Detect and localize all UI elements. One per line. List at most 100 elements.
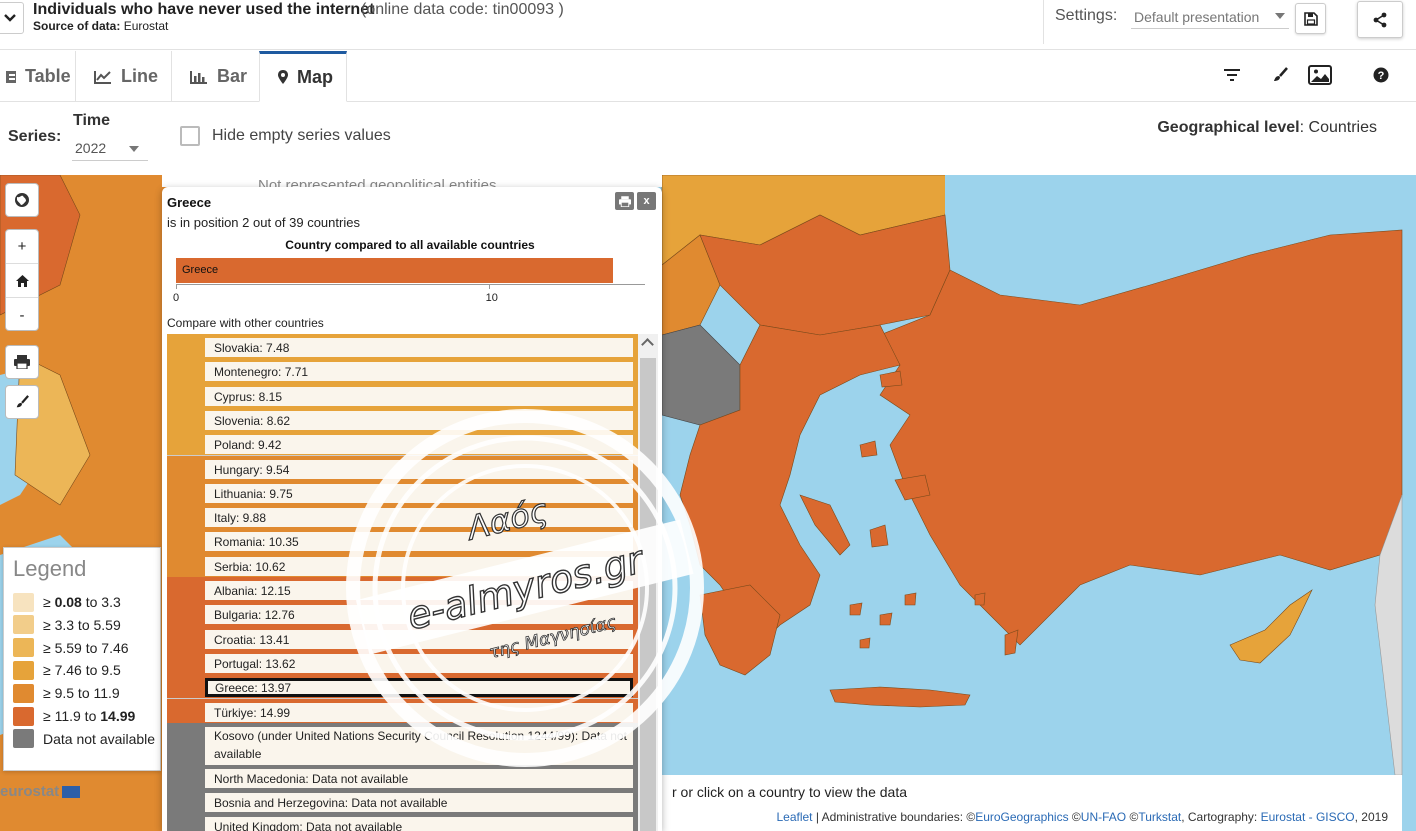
table-icon (6, 70, 16, 83)
save-button[interactable] (1295, 3, 1326, 34)
list-item-color-band (167, 625, 205, 650)
legend-label: Data not available (43, 731, 155, 747)
country-greece-cyclades-b[interactable] (879, 612, 893, 626)
legend-label: ≥ 0.08 to 3.3 (43, 594, 121, 610)
scroll-up-icon[interactable] (641, 338, 654, 351)
country-greece-rhodes[interactable] (1004, 629, 1019, 656)
chevron-down-icon (4, 14, 16, 22)
popup-close-button[interactable]: x (637, 192, 656, 210)
zoom-in-button[interactable]: + (6, 230, 38, 264)
zoom-out-button[interactable]: - (6, 298, 38, 332)
dataset-source: Source of data: Eurostat (33, 19, 168, 33)
country-greece-samothrace[interactable] (879, 370, 903, 388)
unfao-link[interactable]: UN-FAO (1081, 810, 1126, 824)
compare-list-title: Compare with other countries (167, 316, 324, 330)
eu-flag-icon (62, 785, 81, 798)
not-represented-strip: Not represented geopolitical entities (162, 175, 662, 187)
tab-table[interactable]: Table (0, 51, 76, 102)
list-item-color-band (167, 455, 205, 480)
country-cyprus[interactable] (1229, 589, 1313, 664)
list-item-color-band (167, 479, 205, 505)
legend-label-part: ≥ (43, 708, 55, 724)
collapse-button[interactable] (0, 2, 24, 34)
legend-label: ≥ 7.46 to 9.5 (43, 662, 121, 678)
country-greece-chios[interactable] (869, 524, 889, 548)
map-pin-icon (278, 70, 288, 84)
axis-tick (176, 284, 177, 289)
map-style-button[interactable] (5, 385, 39, 419)
legend-label-part: 11.9 to (54, 708, 101, 724)
legend-title: Legend (13, 556, 87, 581)
list-item[interactable]: Montenegro: 7.71 (167, 358, 638, 383)
country-greece-lesvos[interactable] (894, 474, 931, 501)
axis-tick (488, 284, 490, 289)
tab-bar[interactable]: Bar (172, 51, 260, 102)
download-image-button[interactable] (1308, 63, 1332, 87)
list-item[interactable]: United Kingdom: Data not available (167, 813, 638, 831)
time-value: 2022 (75, 140, 107, 156)
list-item-label: Montenegro: 7.71 (205, 362, 633, 382)
filter-button[interactable] (1220, 63, 1244, 87)
list-item-color-band (167, 406, 205, 432)
geo-level-value: : Countries (1299, 119, 1377, 136)
divider (1043, 0, 1044, 44)
legend-swatch (13, 683, 34, 703)
settings-label: Settings: (1055, 7, 1118, 24)
help-button[interactable]: ? (1369, 63, 1393, 87)
country-greece-crete[interactable] (829, 686, 971, 708)
legend-swatch (13, 660, 34, 680)
country-greece-cyclades-c[interactable] (904, 592, 917, 606)
line-chart-icon (94, 70, 111, 84)
share-button[interactable] (1357, 1, 1403, 38)
settings-select[interactable]: Default presentation (1131, 7, 1289, 29)
filter-icon (1224, 69, 1240, 81)
layers-button[interactable] (5, 183, 39, 217)
leaflet-link[interactable]: Leaflet (776, 810, 812, 824)
legend-item: Data not available (13, 729, 155, 749)
view-tabs: Table Line Bar Map ? (0, 51, 1416, 102)
hide-empty-checkbox[interactable] (180, 126, 200, 146)
country-greece-limnos[interactable] (859, 440, 878, 458)
country-greece-dodecanese[interactable] (974, 592, 986, 606)
list-item-label: United Kingdom: Data not available (205, 817, 633, 831)
list-item[interactable]: Slovakia: 7.48 (167, 334, 638, 359)
gisco-link[interactable]: Eurostat - GISCO (1261, 810, 1355, 824)
turkstat-link[interactable]: Turkstat (1138, 810, 1181, 824)
list-item-color-band (167, 577, 205, 602)
legend-item: ≥ 3.3 to 5.59 (13, 615, 121, 635)
watermark-stamp: Λαός e-almyros.gr της Μαγνησίας (346, 409, 704, 767)
printer-icon (14, 355, 30, 369)
caret-down-icon (129, 146, 139, 152)
list-item[interactable]: Bosnia and Herzegovina: Data not availab… (167, 789, 638, 814)
globe-icon (15, 193, 29, 207)
legend-label-part: 14.99 (100, 708, 136, 724)
axis-tick-label: 0 (173, 292, 180, 304)
tab-line[interactable]: Line (76, 51, 172, 102)
compare-axis (176, 284, 645, 285)
popup-print-button[interactable] (615, 192, 634, 210)
share-icon (1373, 12, 1387, 27)
customise-button[interactable] (1268, 63, 1292, 87)
image-icon (1308, 65, 1332, 85)
not-represented-label: Not represented geopolitical entities (258, 177, 497, 187)
time-select[interactable]: 2022 (72, 137, 148, 161)
eurogeographics-link[interactable]: EuroGeographics (975, 810, 1068, 824)
legend-label-part: ≥ (43, 639, 55, 656)
zoom-control: + - (5, 229, 39, 331)
dataset-code: (online data code: tin00093 ) (361, 1, 564, 18)
country-greece-cyclades-a[interactable] (849, 602, 863, 616)
list-item-color-band (167, 601, 205, 626)
print-map-button[interactable] (5, 345, 39, 379)
list-item-color-band (167, 764, 205, 790)
country-greece-evia[interactable] (799, 494, 851, 556)
country-greece-cyclades-d[interactable] (859, 637, 871, 649)
map-legend: Legend ≥ 0.08 to 3.3 ≥ 3.3 to 5.59 ≥ 5.59 … (3, 547, 161, 771)
bar-chart-icon (190, 70, 207, 84)
series-label: Series: (8, 128, 62, 145)
tab-map[interactable]: Map (259, 51, 347, 102)
legend-label-part: 5.59 to 7.46 (54, 639, 129, 656)
country-turkiye[interactable] (879, 229, 1403, 646)
list-item-color-band (167, 431, 205, 456)
legend-item: ≥ 11.9 to 14.99 (13, 706, 135, 726)
home-button[interactable] (6, 264, 38, 298)
